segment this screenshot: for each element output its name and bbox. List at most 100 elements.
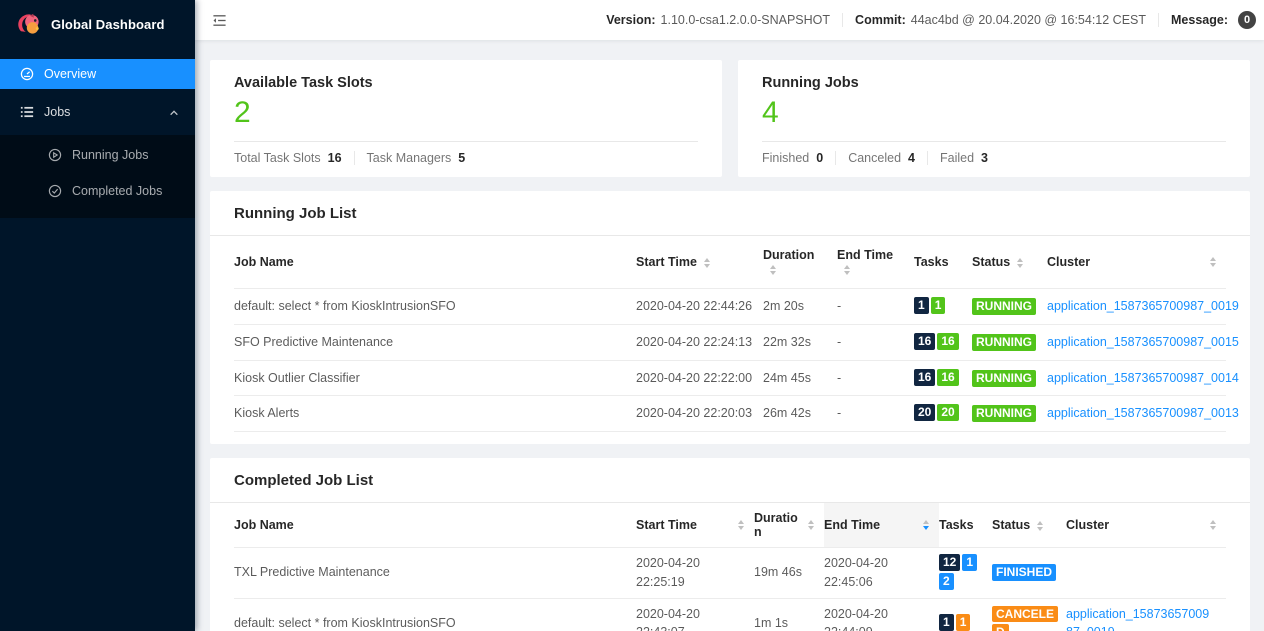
col-status[interactable]: Status: [992, 503, 1066, 548]
dashboard-icon: [20, 67, 34, 81]
caret-up-down-icon[interactable]: [844, 265, 850, 275]
col-end-time[interactable]: End Time: [837, 236, 914, 289]
caret-up-down-icon[interactable]: [1210, 257, 1216, 267]
duration: 19m 46s: [754, 548, 824, 599]
check-circle-icon: [48, 184, 62, 198]
commit-label: Commit:: [855, 13, 906, 27]
available-task-slots-value: 2: [234, 96, 698, 131]
duration: 24m 45s: [763, 360, 837, 396]
col-cluster[interactable]: Cluster: [1047, 236, 1226, 289]
cluster-cell: application_1587365700987_0019: [1047, 289, 1226, 325]
end-time: -: [837, 324, 914, 360]
message-count-badge[interactable]: 0: [1238, 11, 1256, 29]
divider: [842, 13, 843, 27]
completed-job-table: Job Name Start Time Duration End Time Ta…: [234, 503, 1226, 631]
end-time: 2020-04-20 22:45:06: [824, 548, 939, 599]
main-content: Available Task Slots 2 Total Task Slots …: [195, 40, 1264, 631]
tasks-canceled-badge: 1: [956, 614, 971, 631]
start-time: 2020-04-20 22:24:13: [636, 324, 763, 360]
status-badge: RUNNING: [972, 298, 1036, 315]
panel-body: Job Name Start Time Duration End Time Ta…: [210, 503, 1250, 631]
duration: 2m 20s: [763, 289, 837, 325]
tasks-badges: 1212: [939, 548, 992, 599]
cluster-link[interactable]: application_1587365700987_0019: [1047, 299, 1239, 313]
col-start-time[interactable]: Start Time: [636, 503, 754, 548]
tasks-running-badge: 1: [931, 297, 946, 314]
available-task-slots-card: Available Task Slots 2 Total Task Slots …: [210, 60, 722, 177]
running-jobs-value: 4: [762, 96, 1226, 131]
cluster-cell: application_1587365700987_0014: [1047, 360, 1226, 396]
app-title: Global Dashboard: [51, 17, 165, 32]
job-name: Kiosk Outlier Classifier: [234, 360, 636, 396]
status-cell: CANCELED: [992, 598, 1066, 631]
footer-label: Finished: [762, 151, 809, 165]
col-job-name: Job Name: [234, 236, 636, 289]
table-row: Kiosk Outlier Classifier 2020-04-20 22:2…: [234, 360, 1226, 396]
cluster-link[interactable]: application_1587365700987_0013: [1047, 406, 1239, 420]
cluster-link[interactable]: application_1587365700987_0015: [1047, 335, 1239, 349]
card-footer: Finished 0 Canceled 4 Failed 3: [762, 141, 1226, 165]
sidebar-menu: Overview Jobs: [0, 48, 195, 218]
caret-up-down-icon[interactable]: [738, 520, 744, 530]
build-info: Version: 1.10.0-csa1.2.0.0-SNAPSHOT Comm…: [606, 11, 1256, 29]
cluster-cell: [1066, 548, 1226, 599]
sidebar-item-label: Jobs: [44, 105, 70, 119]
col-start-time[interactable]: Start Time: [636, 236, 763, 289]
tasks-total-badge: 1: [939, 614, 954, 631]
menu-fold-icon[interactable]: [212, 13, 227, 28]
sidebar-item-completed-jobs[interactable]: Completed Jobs: [0, 176, 195, 206]
col-job-name: Job Name: [234, 503, 636, 548]
sidebar-item-jobs[interactable]: Jobs: [0, 97, 195, 127]
caret-up-down-icon[interactable]: [923, 520, 929, 530]
start-time: 2020-04-20 22:20:03: [636, 396, 763, 432]
duration: 1m 1s: [754, 598, 824, 631]
col-duration[interactable]: Duration: [754, 503, 824, 548]
version-value: 1.10.0-csa1.2.0.0-SNAPSHOT: [661, 13, 831, 27]
cluster-link[interactable]: application_1587365700987_0014: [1047, 371, 1239, 385]
tasks-total-badge: 20: [914, 404, 935, 421]
col-status[interactable]: Status: [972, 236, 1047, 289]
running-jobs-card: Running Jobs 4 Finished 0 Canceled 4 Fai…: [738, 60, 1250, 177]
tasks-badges: 1616: [914, 324, 972, 360]
caret-up-down-icon[interactable]: [1017, 258, 1023, 268]
running-job-table: Job Name Start Time Duration End Time Ta…: [234, 236, 1226, 432]
start-time: 2020-04-20 22:44:26: [636, 289, 763, 325]
app-logo-area[interactable]: Global Dashboard: [0, 0, 195, 48]
tasks-running-badge: 20: [937, 404, 958, 421]
job-name: Kiosk Alerts: [234, 396, 636, 432]
caret-up-down-icon[interactable]: [704, 258, 710, 268]
status-badge: RUNNING: [972, 370, 1036, 387]
cluster-cell: application_1587365700987_0019: [1066, 598, 1226, 631]
stat-cards-row: Available Task Slots 2 Total Task Slots …: [210, 60, 1250, 177]
running-job-list-panel: Running Job List Job Name Start Time Dur…: [210, 191, 1250, 444]
footer-label: Task Managers: [367, 151, 452, 165]
col-cluster[interactable]: Cluster: [1066, 503, 1226, 548]
unordered-list-icon: [20, 105, 34, 119]
top-header: Version: 1.10.0-csa1.2.0.0-SNAPSHOT Comm…: [195, 0, 1264, 40]
cluster-link[interactable]: application_1587365700987_0019: [1066, 607, 1209, 631]
message-label: Message:: [1171, 13, 1228, 27]
caret-up-down-icon[interactable]: [1210, 520, 1216, 530]
footer-value: 4: [908, 151, 915, 165]
tasks-total-badge: 12: [939, 554, 960, 571]
col-duration[interactable]: Duration: [763, 236, 837, 289]
caret-up-down-icon[interactable]: [770, 265, 776, 275]
sidebar-item-running-jobs[interactable]: Running Jobs: [0, 140, 195, 170]
tasks-finished-badge: 2: [939, 573, 954, 590]
caret-up-down-icon[interactable]: [1037, 521, 1043, 531]
panel-title: Completed Job List: [210, 458, 1250, 503]
cluster-cell: application_1587365700987_0013: [1047, 396, 1226, 432]
divider: [1158, 13, 1159, 27]
job-name: default: select * from KioskIntrusionSFO: [234, 598, 636, 631]
card-title: Available Task Slots: [234, 75, 698, 91]
col-end-time-sorted[interactable]: End Time: [824, 503, 939, 548]
table-header-row: Job Name Start Time Duration End Time Ta…: [234, 236, 1226, 289]
sidebar-item-overview[interactable]: Overview: [0, 59, 195, 89]
start-time: 2020-04-20 22:22:00: [636, 360, 763, 396]
commit-value: 44ac4bd @ 20.04.2020 @ 16:54:12 CEST: [911, 13, 1146, 27]
col-tasks: Tasks: [914, 236, 972, 289]
tasks-finished-badge: 1: [962, 554, 977, 571]
caret-up-down-icon[interactable]: [808, 520, 814, 530]
panel-body: Job Name Start Time Duration End Time Ta…: [210, 236, 1250, 444]
tasks-badges: 1616: [914, 360, 972, 396]
